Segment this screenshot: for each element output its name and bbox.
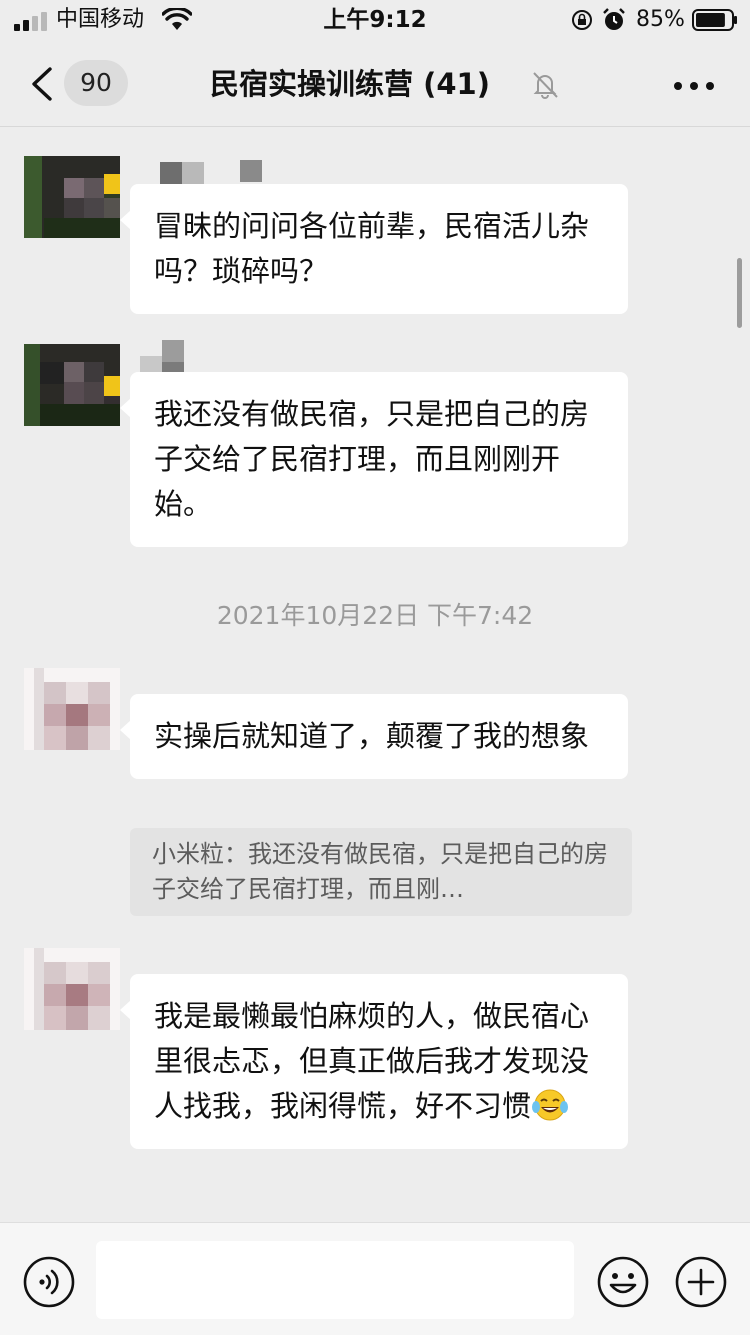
quoted-reply[interactable]: 小米粒：我还没有做民宿，只是把自己的房子交给了民宿打理，而且刚… (130, 828, 632, 916)
avatar[interactable] (24, 344, 120, 426)
sender-name (160, 160, 270, 184)
message-text: 实操后就知道了，颠覆了我的想象 (154, 719, 590, 753)
battery-percent: 85% (636, 7, 685, 32)
nav-bar: 90 民宿实操训练营 (41) (0, 42, 750, 127)
chat-title: 民宿实操训练营 (41) (210, 67, 490, 101)
message-text: 我是最懒最怕麻烦的人，做民宿心里很忐忑，但真正做后我才发现没人找我，我闲得慌，好… (154, 999, 590, 1123)
avatar[interactable] (24, 948, 120, 1030)
message-bubble[interactable]: 冒昧的问问各位前辈，民宿活儿杂吗？琐碎吗？ (120, 184, 628, 314)
voice-icon[interactable] (22, 1255, 76, 1309)
message-text: 冒昧的问问各位前辈，民宿活儿杂吗？琐碎吗？ (154, 209, 590, 288)
chevron-left-icon[interactable] (28, 66, 58, 102)
rotation-lock-icon (572, 10, 592, 30)
more-icon[interactable] (668, 66, 722, 102)
scroll-indicator[interactable] (737, 258, 742, 328)
alarm-icon (603, 8, 625, 30)
unread-count-badge[interactable]: 90 (64, 60, 128, 106)
timestamp: 2021年10月22日 下午7:42 (216, 601, 534, 630)
message-text: 我还没有做民宿，只是把自己的房子交给了民宿打理，而且刚刚开始。 (154, 397, 590, 521)
bell-slash-icon (533, 72, 558, 99)
input-bar (0, 1222, 750, 1335)
message-bubble[interactable]: 我还没有做民宿，只是把自己的房子交给了民宿打理，而且刚刚开始。 (120, 372, 628, 547)
smiley-icon[interactable] (596, 1255, 650, 1309)
message-bubble[interactable]: 实操后就知道了，颠覆了我的想象 (120, 694, 628, 779)
message-input[interactable] (96, 1241, 574, 1319)
plus-icon[interactable] (674, 1255, 728, 1309)
sender-name (140, 340, 260, 384)
avatar[interactable] (24, 668, 120, 750)
message-bubble[interactable]: 我是最懒最怕麻烦的人，做民宿心里很忐忑，但真正做后我才发现没人找我，我闲得慌，好… (120, 974, 628, 1149)
status-bar: 中国移动 上午9:12 85% (0, 0, 750, 42)
quoted-text: 小米粒：我还没有做民宿，只是把自己的房子交给了民宿打理，而且刚… (152, 840, 608, 903)
avatar[interactable] (24, 156, 120, 238)
face-with-tears-of-joy-icon (532, 1089, 569, 1121)
battery-icon (692, 9, 737, 31)
